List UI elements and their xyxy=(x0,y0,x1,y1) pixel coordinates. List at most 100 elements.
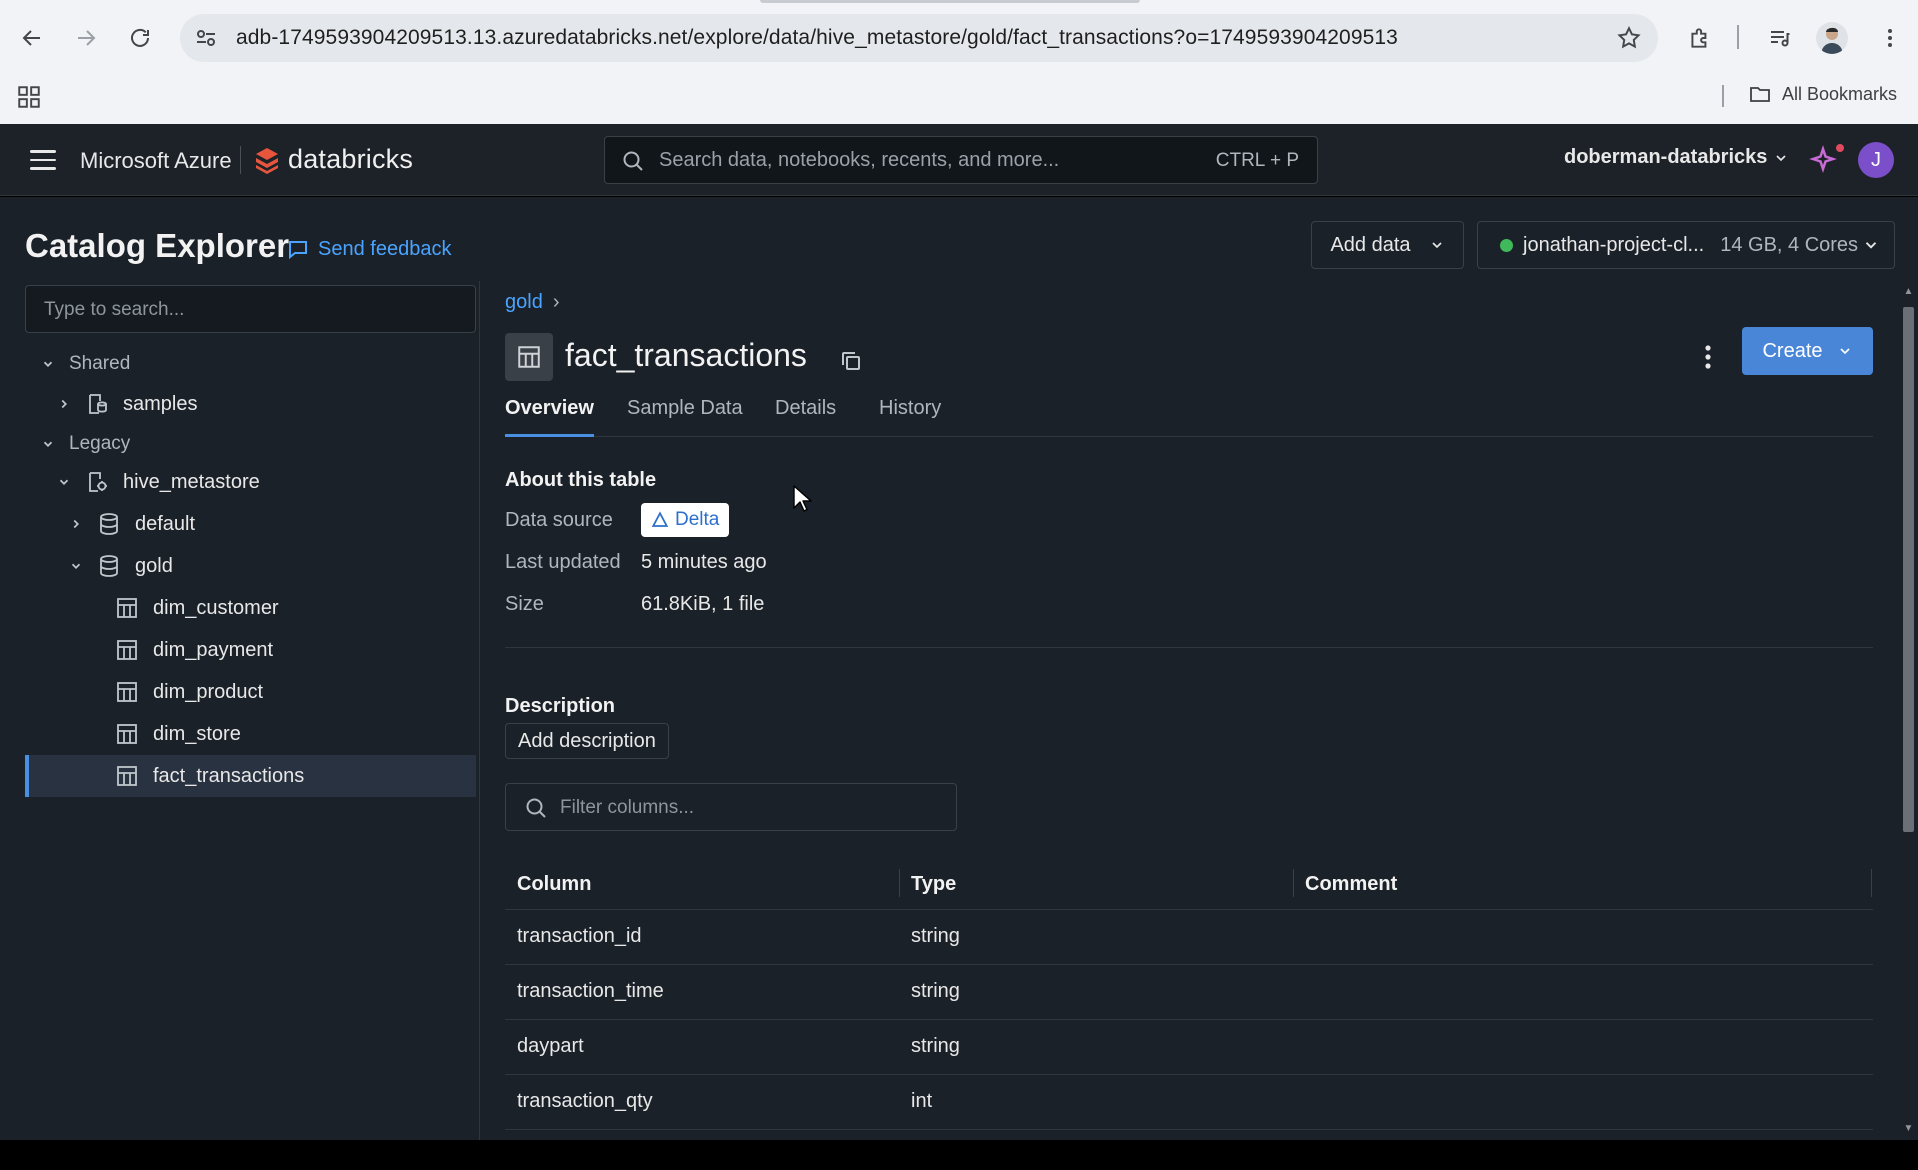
scrollbar-thumb[interactable] xyxy=(1903,307,1914,832)
chevron-down-icon[interactable] xyxy=(67,557,85,575)
breadcrumb-separator: › xyxy=(552,291,560,313)
tab-details[interactable]: Details xyxy=(775,397,836,437)
size-value: 61.8KiB, 1 file xyxy=(641,593,765,615)
more-options-icon[interactable] xyxy=(1696,341,1720,373)
user-avatar[interactable]: J xyxy=(1858,142,1894,178)
tree-label: dim_payment xyxy=(153,638,274,661)
tab-sample-data[interactable]: Sample Data xyxy=(627,397,743,437)
table-row[interactable]: transaction_time string xyxy=(505,965,1873,1020)
tab-overview[interactable]: Overview xyxy=(505,397,594,437)
browser-menu-icon[interactable] xyxy=(1872,20,1908,56)
search-icon xyxy=(621,149,645,173)
extensions-icon[interactable] xyxy=(1682,20,1718,56)
tree-section-shared[interactable]: Shared xyxy=(25,343,476,385)
column-header-comment[interactable]: Comment xyxy=(1305,873,1397,896)
tree-label: Legacy xyxy=(69,433,131,454)
table-row[interactable]: transaction_id string xyxy=(505,910,1873,965)
about-heading: About this table xyxy=(505,469,657,491)
tree-label: fact_transactions xyxy=(153,764,305,787)
filter-columns-placeholder: Filter columns... xyxy=(560,797,695,818)
tree-label: gold xyxy=(135,554,173,577)
scroll-down-icon[interactable]: ▼ xyxy=(1903,1124,1914,1134)
chevron-down-icon[interactable] xyxy=(39,355,57,373)
send-feedback-link[interactable]: Send feedback xyxy=(286,237,451,261)
tree-item-gold[interactable]: gold xyxy=(25,545,476,587)
reload-icon[interactable] xyxy=(122,20,158,56)
table-title: fact_transactions xyxy=(565,337,807,373)
column-type: string xyxy=(911,1035,960,1057)
tree-search-input[interactable]: Type to search... xyxy=(25,285,476,333)
create-button[interactable]: Create xyxy=(1742,327,1873,375)
tree-label: dim_customer xyxy=(153,596,279,619)
tree-section-legacy[interactable]: Legacy xyxy=(25,423,476,465)
breadcrumb-gold[interactable]: gold xyxy=(505,291,543,314)
table-row[interactable]: transaction_qty int xyxy=(505,1075,1873,1130)
scroll-up-icon[interactable]: ▲ xyxy=(1903,287,1914,297)
column-type: string xyxy=(911,980,960,1002)
media-control-icon[interactable] xyxy=(1762,20,1798,56)
detail-scrollbar[interactable]: ▲ ▼ xyxy=(1899,281,1918,1140)
column-header-name[interactable]: Column xyxy=(517,873,591,896)
chevron-right-icon[interactable] xyxy=(55,395,73,413)
table-row[interactable]: daypart string xyxy=(505,1020,1873,1075)
forward-icon[interactable] xyxy=(68,20,104,56)
delta-icon xyxy=(651,511,669,527)
chevron-down-icon xyxy=(1431,242,1442,249)
address-bar[interactable]: adb-1749593904209513.13.azuredatabricks.… xyxy=(180,14,1658,62)
bookmarks-divider xyxy=(1722,85,1724,107)
global-search-input[interactable]: Search data, notebooks, recents, and mor… xyxy=(604,136,1318,184)
tree-item-dim-payment[interactable]: dim_payment xyxy=(25,629,476,671)
databricks-logo-icon[interactable] xyxy=(254,146,280,174)
tree-item-fact-transactions[interactable]: fact_transactions xyxy=(25,755,476,797)
tree-search-placeholder: Type to search... xyxy=(44,299,185,320)
column-name: transaction_qty xyxy=(517,1090,653,1112)
compute-meta: 14 GB, 4 Cores xyxy=(1720,233,1859,256)
all-bookmarks-button[interactable]: All Bookmarks xyxy=(1748,82,1897,106)
copy-icon[interactable] xyxy=(839,349,863,373)
brand-azure[interactable]: Microsoft Azure xyxy=(80,148,232,174)
send-feedback-label: Send feedback xyxy=(318,237,452,260)
add-data-button[interactable]: Add data xyxy=(1311,221,1464,269)
column-header-type[interactable]: Type xyxy=(911,873,956,896)
tree-item-default[interactable]: default xyxy=(25,503,476,545)
bookmark-star-icon[interactable] xyxy=(1616,25,1642,51)
data-source-badge[interactable]: Delta xyxy=(641,503,730,537)
tree-label: samples xyxy=(123,392,198,415)
bookmarks-bar: All Bookmarks xyxy=(0,76,1918,116)
add-description-button[interactable]: Add description xyxy=(505,723,669,759)
browser-profile-avatar[interactable] xyxy=(1816,22,1848,54)
table-icon xyxy=(115,638,139,662)
chevron-down-icon[interactable] xyxy=(39,435,57,453)
compute-status-dot xyxy=(1500,238,1513,252)
data-source-value: Delta xyxy=(675,509,720,530)
folder-icon xyxy=(1750,87,1770,102)
description-heading: Description xyxy=(505,695,616,717)
tab-history[interactable]: History xyxy=(879,397,941,437)
tree-item-hive-metastore[interactable]: hive_metastore xyxy=(25,461,476,503)
chevron-down-icon[interactable] xyxy=(55,473,73,491)
compute-name: jonathan-project-cl... xyxy=(1523,233,1705,256)
tree-item-dim-customer[interactable]: dim_customer xyxy=(25,587,476,629)
app-topbar: Microsoft Azure databricks Search data, … xyxy=(0,124,1918,196)
catalog-icon xyxy=(85,392,109,416)
column-name: transaction_id xyxy=(517,925,642,947)
apps-grid-icon[interactable] xyxy=(16,84,42,110)
menu-icon[interactable] xyxy=(30,150,56,170)
url-text[interactable]: adb-1749593904209513.13.azuredatabricks.… xyxy=(236,26,1398,50)
chat-bubble-icon xyxy=(289,241,307,260)
compute-selector[interactable]: jonathan-project-cl... 14 GB, 4 Cores xyxy=(1477,221,1895,269)
brand-divider xyxy=(240,146,241,174)
tree-item-samples[interactable]: samples xyxy=(25,383,476,425)
tree-item-dim-product[interactable]: dim_product xyxy=(25,671,476,713)
last-updated-label: Last updated xyxy=(505,551,621,573)
chevron-right-icon[interactable] xyxy=(67,515,85,533)
site-settings-icon[interactable] xyxy=(194,26,218,50)
brand-databricks[interactable]: databricks xyxy=(288,144,413,175)
search-icon xyxy=(524,796,548,820)
back-icon[interactable] xyxy=(14,20,50,56)
tree-item-dim-store[interactable]: dim_store xyxy=(25,713,476,755)
filter-columns-input[interactable]: Filter columns... xyxy=(505,783,957,831)
workspace-switcher[interactable]: doberman-databricks xyxy=(1564,146,1789,169)
column-type: int xyxy=(911,1090,933,1112)
column-name: daypart xyxy=(517,1035,584,1057)
